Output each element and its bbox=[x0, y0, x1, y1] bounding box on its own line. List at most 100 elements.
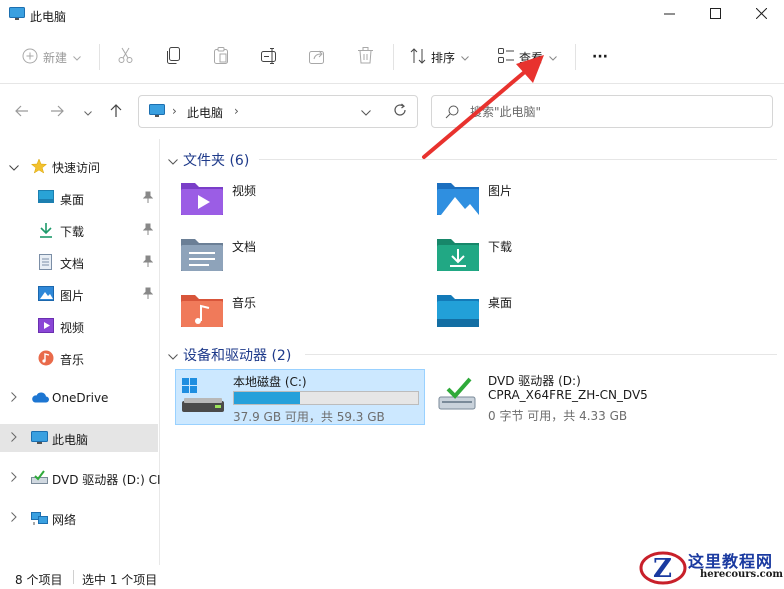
sidebar-item-downloads[interactable]: 下载 bbox=[0, 216, 158, 244]
rename-button[interactable] bbox=[261, 43, 279, 71]
chevron-right-icon[interactable] bbox=[11, 431, 17, 445]
sidebar-item-onedrive[interactable]: OneDrive bbox=[0, 384, 158, 412]
group-title: 设备和驱动器 (2) bbox=[183, 348, 292, 364]
chevron-down-icon[interactable] bbox=[168, 154, 178, 168]
sidebar-item-label: 桌面 bbox=[60, 193, 85, 207]
command-bar: 新建 排序 查看 ··· bbox=[0, 30, 784, 84]
share-button[interactable] bbox=[309, 43, 326, 71]
folder-item-downloads[interactable]: 下载 bbox=[417, 233, 667, 277]
sidebar-item-label: 网络 bbox=[52, 513, 77, 527]
refresh-button[interactable] bbox=[393, 103, 407, 120]
recent-locations-button[interactable] bbox=[78, 102, 98, 122]
window-title: 此电脑 bbox=[30, 10, 67, 24]
drive-usage-fill bbox=[234, 392, 301, 404]
drive-size-text: 0 字节 可用，共 4.33 GB bbox=[488, 409, 628, 423]
watermark-logo: Z 这里教程网 herecours.com bbox=[637, 544, 784, 589]
drive-usage-bar bbox=[233, 391, 419, 405]
navigation-pane: 快速访问 桌面 下载 文档 图片 视频 音乐 OneDrive 此电脑 DVD … bbox=[0, 139, 161, 565]
folder-item-documents[interactable]: 文档 bbox=[161, 233, 411, 277]
more-options-button[interactable]: ··· bbox=[592, 43, 608, 71]
back-button[interactable] bbox=[12, 102, 32, 122]
share-icon bbox=[309, 48, 326, 67]
address-bar[interactable]: › 此电脑 › bbox=[138, 95, 418, 128]
drive-name: 本地磁盘 (C:) bbox=[233, 375, 307, 389]
star-icon bbox=[30, 158, 48, 177]
sidebar-item-network[interactable]: 网络 bbox=[0, 504, 158, 532]
paste-button[interactable] bbox=[213, 43, 229, 71]
chevron-down-icon[interactable] bbox=[9, 160, 19, 174]
drive-size-text: 37.9 GB 可用，共 59.3 GB bbox=[233, 410, 385, 424]
videos-folder-icon bbox=[179, 179, 225, 220]
up-button[interactable] bbox=[106, 102, 126, 122]
toolbar-divider bbox=[393, 44, 394, 70]
group-header-folders[interactable]: 文件夹 (6) bbox=[161, 147, 781, 171]
svg-text:Z: Z bbox=[653, 554, 672, 584]
title-bar: 此电脑 bbox=[0, 0, 784, 30]
new-label: 新建 bbox=[43, 50, 68, 65]
videos-icon bbox=[38, 318, 54, 336]
hard-drive-icon bbox=[181, 376, 225, 417]
status-divider bbox=[73, 570, 74, 584]
sidebar-item-dvd-drive[interactable]: DVD 驱动器 (D:) CI bbox=[0, 464, 161, 492]
sort-label: 排序 bbox=[431, 50, 456, 65]
sidebar-item-pictures[interactable]: 图片 bbox=[0, 280, 158, 308]
chevron-right-icon[interactable] bbox=[11, 471, 17, 485]
drive-item-local-disk-c[interactable]: 本地磁盘 (C:) 37.9 GB 可用，共 59.3 GB bbox=[175, 369, 425, 425]
cut-button[interactable] bbox=[117, 43, 134, 71]
folder-label: 文档 bbox=[232, 240, 257, 254]
desktop-folder-icon bbox=[435, 291, 481, 332]
chevron-down-icon[interactable] bbox=[168, 349, 178, 363]
sidebar-item-videos[interactable]: 视频 bbox=[0, 312, 158, 340]
chevron-right-icon[interactable] bbox=[11, 511, 17, 525]
sort-button[interactable]: 排序 bbox=[410, 43, 469, 71]
folder-item-videos[interactable]: 视频 bbox=[161, 177, 411, 221]
breadcrumb-separator: › bbox=[234, 104, 239, 118]
group-title: 文件夹 (6) bbox=[183, 153, 250, 169]
close-button[interactable] bbox=[738, 0, 784, 30]
drive-volume-label: CPRA_X64FRE_ZH-CN_DV5 bbox=[488, 388, 648, 402]
folder-item-pictures[interactable]: 图片 bbox=[417, 177, 667, 221]
music-icon bbox=[38, 350, 54, 369]
chevron-down-icon bbox=[461, 50, 469, 64]
search-input[interactable] bbox=[470, 103, 760, 121]
group-header-drives[interactable]: 设备和驱动器 (2) bbox=[161, 342, 781, 366]
sidebar-item-this-pc[interactable]: 此电脑 bbox=[0, 424, 158, 452]
address-dropdown-button[interactable] bbox=[361, 105, 371, 119]
network-icon bbox=[31, 510, 48, 529]
computer-icon bbox=[9, 7, 25, 24]
forward-button[interactable] bbox=[47, 102, 67, 122]
folder-item-desktop[interactable]: 桌面 bbox=[417, 289, 667, 333]
sidebar-item-quick-access[interactable]: 快速访问 bbox=[0, 152, 158, 180]
minimize-button[interactable] bbox=[646, 0, 692, 30]
computer-icon bbox=[31, 431, 48, 448]
new-button[interactable]: 新建 bbox=[22, 43, 81, 71]
folder-item-music[interactable]: 音乐 bbox=[161, 289, 411, 333]
sidebar-item-label: 音乐 bbox=[60, 353, 85, 367]
copy-button[interactable] bbox=[166, 43, 182, 71]
sidebar-item-documents[interactable]: 文档 bbox=[0, 248, 158, 276]
chevron-right-icon[interactable] bbox=[11, 391, 17, 405]
search-box[interactable] bbox=[431, 95, 773, 128]
view-button[interactable]: 查看 bbox=[498, 43, 557, 71]
maximize-button[interactable] bbox=[692, 0, 738, 30]
delete-button[interactable] bbox=[358, 43, 373, 71]
watermark-emblem-icon: Z bbox=[639, 551, 687, 585]
music-folder-icon bbox=[179, 291, 225, 332]
copy-icon bbox=[166, 47, 182, 67]
folder-label: 桌面 bbox=[488, 296, 513, 310]
paste-icon bbox=[213, 47, 229, 67]
pin-icon bbox=[142, 287, 154, 302]
download-icon bbox=[38, 222, 54, 241]
group-divider bbox=[305, 354, 777, 355]
sidebar-item-label: OneDrive bbox=[52, 391, 109, 405]
sidebar-item-label: 快速访问 bbox=[52, 161, 101, 175]
drive-item-dvd-d[interactable]: DVD 驱动器 (D:) CPRA_X64FRE_ZH-CN_DV5 0 字节 … bbox=[431, 369, 681, 425]
sidebar-item-desktop[interactable]: 桌面 bbox=[0, 184, 158, 212]
close-icon bbox=[755, 7, 767, 22]
dvd-icon bbox=[31, 470, 48, 488]
folder-label: 图片 bbox=[488, 184, 513, 198]
chevron-down-icon bbox=[73, 50, 81, 64]
selection-count: 选中 1 个项目 bbox=[82, 573, 158, 587]
sidebar-item-music[interactable]: 音乐 bbox=[0, 344, 158, 372]
breadcrumb-this-pc[interactable]: 此电脑 bbox=[187, 104, 223, 121]
